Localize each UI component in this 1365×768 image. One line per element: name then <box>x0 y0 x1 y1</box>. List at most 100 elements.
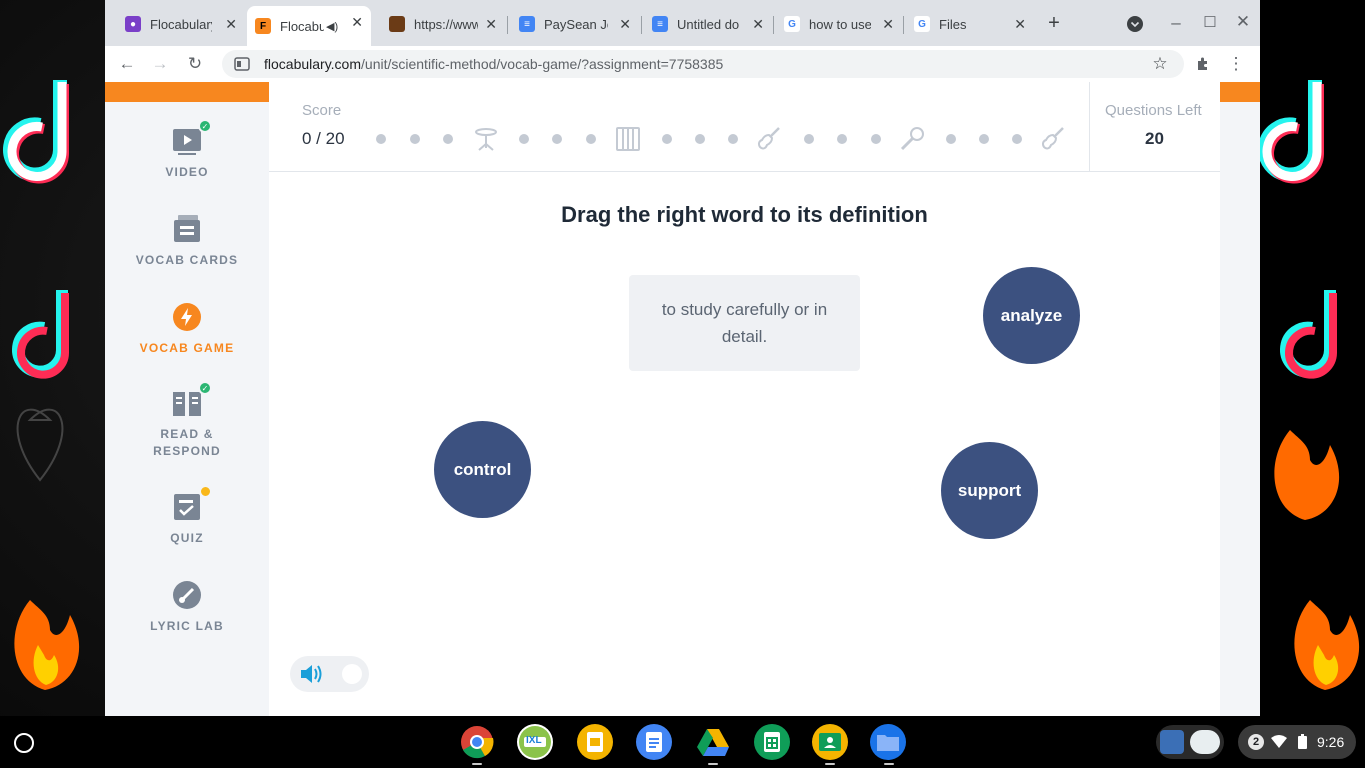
new-tab-button[interactable]: + <box>1042 11 1066 35</box>
forward-button[interactable]: → <box>148 52 172 76</box>
progress-dot <box>552 134 562 144</box>
tab-label: Files <box>939 16 967 32</box>
tab-how-to-use[interactable]: G how to use ✕ <box>776 8 902 40</box>
definition-text: to study carefully or in detail. <box>661 300 828 346</box>
progress-dot <box>519 134 529 144</box>
launcher-button[interactable] <box>14 733 34 753</box>
progress-dot <box>1012 134 1022 144</box>
close-icon[interactable]: ✕ <box>882 16 894 32</box>
questions-left-value: 20 <box>1145 129 1164 148</box>
google-icon: G <box>784 16 800 32</box>
close-icon[interactable]: ✕ <box>485 16 497 32</box>
definition-drop-target[interactable]: to study carefully or in detail. <box>629 275 860 371</box>
tab-search-button[interactable] <box>1123 12 1147 36</box>
url-path: /unit/scientific-method/vocab-game/?assi… <box>361 56 724 72</box>
page-info-icon[interactable] <box>234 57 250 71</box>
tab-flocabulary-active[interactable]: F Flocabulary ◀︎) ✕ <box>247 6 371 46</box>
vocab-game-panel: Score 0 / 20 Questions Left 20 Drag the … <box>269 82 1220 716</box>
divider <box>1089 82 1090 172</box>
puzzle-icon <box>1198 57 1207 70</box>
tab-strip: ● Flocabulary ✕ F Flocabulary ◀︎) ✕ http… <box>105 0 1260 46</box>
word-bubble-control[interactable]: control <box>434 421 531 518</box>
wifi-icon <box>1271 735 1287 748</box>
word-bubble-analyze[interactable]: analyze <box>983 267 1080 364</box>
chrome-icon[interactable] <box>459 724 495 760</box>
toggle-knob[interactable] <box>342 664 362 684</box>
close-icon[interactable]: ✕ <box>225 16 237 32</box>
drive-icon[interactable] <box>695 724 731 760</box>
back-button[interactable]: ← <box>115 52 139 76</box>
tab-separator <box>903 16 904 34</box>
sidebar-item-vocab-game[interactable]: VOCAB GAME <box>105 300 269 357</box>
word-bubble-support[interactable]: support <box>941 442 1038 539</box>
guitar-icon <box>757 127 780 150</box>
google-icon: G <box>914 16 930 32</box>
chevron-down-icon <box>1127 16 1143 32</box>
progress-dot <box>443 134 453 144</box>
tab-https[interactable]: https://www. ✕ <box>381 8 505 40</box>
minimize-button[interactable]: – <box>1164 11 1188 35</box>
sidebar-item-video[interactable]: ✓ VIDEO <box>105 119 269 181</box>
tab-label: Flocabulary <box>280 18 324 34</box>
thumbnail-icon <box>1190 730 1220 754</box>
tab-label: https://www. <box>414 16 478 32</box>
reload-button[interactable]: ↻ <box>183 52 207 76</box>
tab-label: PaySean Jo <box>544 16 608 32</box>
holding-space-tray[interactable] <box>1156 725 1224 759</box>
chromeos-shelf: IXL 2 9:26 <box>0 716 1365 768</box>
docs-icon[interactable] <box>636 724 672 760</box>
lightning-icon <box>170 300 204 334</box>
sidebar-item-quiz[interactable]: QUIZ <box>105 485 269 547</box>
url-host: flocabulary.com <box>264 56 362 72</box>
tab-files[interactable]: G Files ✕ <box>906 8 1034 40</box>
address-bar[interactable]: flocabulary.com/unit/scientific-method/v… <box>222 50 1184 78</box>
progress-dot <box>586 134 596 144</box>
slides-icon[interactable] <box>577 724 613 760</box>
extensions-button[interactable] <box>1191 52 1215 76</box>
files-icon[interactable] <box>870 724 906 760</box>
sheets-icon[interactable] <box>754 724 790 760</box>
battery-icon <box>1298 734 1307 749</box>
close-window-button[interactable]: ✕ <box>1231 10 1255 34</box>
tab-paysean[interactable]: ≡ PaySean Jo ✕ <box>511 8 639 40</box>
sidebar-item-label: VOCAB GAME <box>139 341 235 355</box>
browser-window: ● Flocabulary ✕ F Flocabulary ◀︎) ✕ http… <box>105 0 1260 716</box>
progress-dot <box>695 134 705 144</box>
status-tray[interactable]: 2 9:26 <box>1238 725 1356 759</box>
progress-dot <box>804 134 814 144</box>
progress-dot <box>662 134 672 144</box>
sidebar-item-read-respond[interactable]: ✓ READ & RESPOND <box>105 381 269 460</box>
close-icon[interactable]: ✕ <box>619 16 631 32</box>
tab-separator <box>641 16 642 34</box>
notification-count[interactable]: 2 <box>1248 734 1264 750</box>
running-indicator <box>825 763 835 765</box>
maximize-button[interactable]: ☐ <box>1198 10 1222 34</box>
sidebar-item-label: READ & RESPOND <box>153 427 221 458</box>
sound-toggle[interactable] <box>290 656 369 692</box>
close-icon[interactable]: ✕ <box>1014 16 1026 32</box>
game-instruction: Drag the right word to its definition <box>561 202 928 227</box>
microphone-icon <box>900 127 924 151</box>
vocab-cards-icon <box>170 212 204 246</box>
flocabulary-page: ✓ VIDEO VOCAB CARDS VOCAB GAME ✓ READ & … <box>105 82 1260 716</box>
close-icon[interactable]: ✕ <box>351 14 363 30</box>
speaker-icon[interactable]: ◀︎) <box>326 20 338 33</box>
quiz-icon <box>170 485 212 524</box>
close-icon[interactable]: ✕ <box>752 16 764 32</box>
score-bar: Score 0 / 20 Questions Left 20 <box>269 82 1220 172</box>
bookmark-star-icon[interactable]: ☆ <box>1148 52 1172 76</box>
running-indicator <box>708 763 718 765</box>
classroom-icon[interactable] <box>812 724 848 760</box>
tab-untitled-doc[interactable]: ≡ Untitled do ✕ <box>644 8 772 40</box>
complete-check-icon: ✓ <box>198 381 212 395</box>
menu-kebab-icon[interactable]: ⋮ <box>1224 52 1248 76</box>
sidebar-item-vocab-cards[interactable]: VOCAB CARDS <box>105 212 269 269</box>
sidebar-item-label: VIDEO <box>165 165 209 179</box>
tab-flocabulary-1[interactable]: ● Flocabulary ✕ <box>117 8 245 40</box>
ixl-icon[interactable]: IXL <box>517 724 553 760</box>
progress-dot <box>376 134 386 144</box>
sidebar-item-lyric-lab[interactable]: LYRIC LAB <box>105 578 269 635</box>
tab-separator <box>507 16 508 34</box>
score-label: Score <box>302 102 342 119</box>
unit-sidebar: ✓ VIDEO VOCAB CARDS VOCAB GAME ✓ READ & … <box>105 102 269 716</box>
